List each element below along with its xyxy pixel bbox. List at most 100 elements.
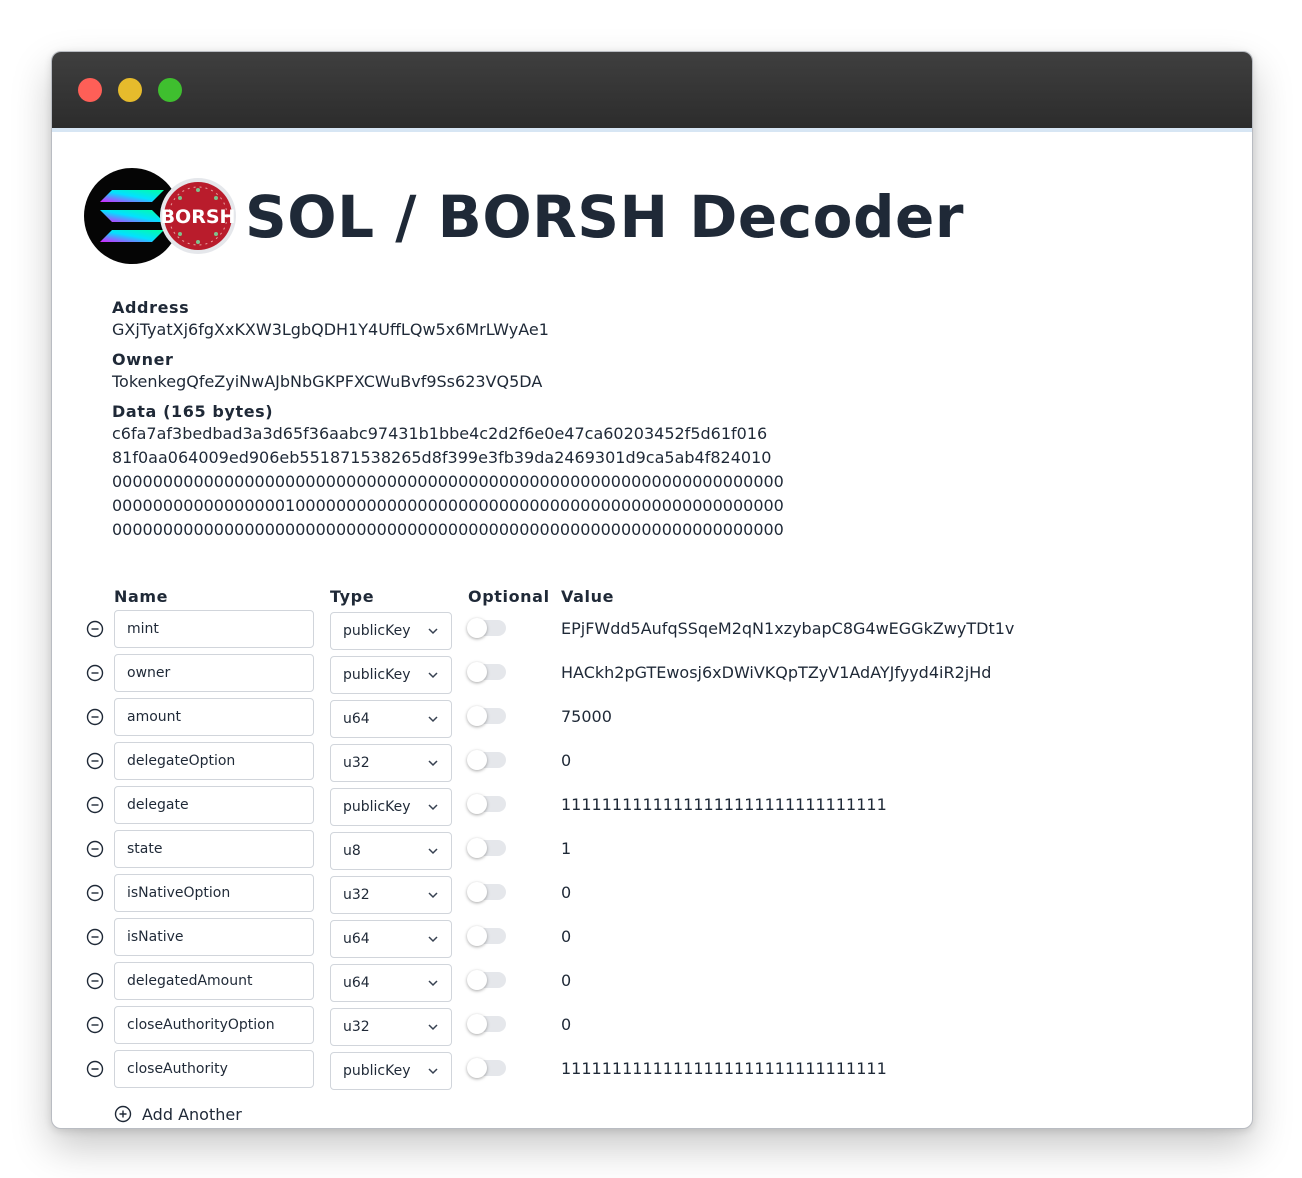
field-value: 11111111111111111111111111111111	[561, 1059, 887, 1078]
field-type-select[interactable]: u64	[330, 920, 452, 958]
toggle-knob	[467, 838, 487, 858]
field-type-select[interactable]: u32	[330, 744, 452, 782]
borsh-logo-icon: BORSH	[161, 182, 236, 250]
remove-circle-icon[interactable]	[86, 796, 104, 814]
add-another-button[interactable]: Add Another	[114, 1102, 242, 1126]
toggle-knob	[467, 794, 487, 814]
field-type-select[interactable]: u32	[330, 1008, 452, 1046]
field-name-input[interactable]	[114, 1050, 314, 1088]
remove-circle-icon[interactable]	[86, 664, 104, 682]
remove-circle-icon[interactable]	[86, 620, 104, 638]
window-titlebar	[52, 52, 1252, 132]
account-info: Address GXjTyatXj6fgXxKXW3LgbQDH1Y4UffLQ…	[112, 298, 1012, 542]
field-name-input[interactable]	[114, 742, 314, 780]
field-row: u64 0	[52, 917, 1252, 958]
chevron-down-icon	[428, 804, 438, 811]
chevron-down-icon	[428, 628, 438, 635]
field-type-value: u64	[343, 711, 370, 727]
remove-circle-icon[interactable]	[86, 840, 104, 858]
remove-circle-icon[interactable]	[86, 708, 104, 726]
field-row: u8 1	[52, 829, 1252, 870]
data-hex-line: 0000000000000000010000000000000000000000…	[112, 496, 784, 515]
maximize-window-button[interactable]	[158, 78, 182, 102]
optional-toggle[interactable]	[467, 882, 506, 902]
close-window-button[interactable]	[78, 78, 102, 102]
field-name-input[interactable]	[114, 918, 314, 956]
remove-circle-icon[interactable]	[86, 752, 104, 770]
field-name-input[interactable]	[114, 1006, 314, 1044]
chevron-down-icon	[428, 760, 438, 767]
remove-circle-icon[interactable]	[86, 928, 104, 946]
field-name-input[interactable]	[114, 830, 314, 868]
type-header: Type	[330, 587, 375, 606]
field-value: EPjFWdd5AufqSSqeM2qN1xzybapC8G4wEGGkZwyT…	[561, 619, 1015, 638]
toggle-knob	[467, 882, 487, 902]
field-value: 75000	[561, 707, 612, 726]
field-type-value: publicKey	[343, 623, 411, 639]
field-type-select[interactable]: u64	[330, 700, 452, 738]
field-row: publicKey 1111111111111111111111111111111…	[52, 1049, 1252, 1090]
chevron-down-icon	[428, 980, 438, 987]
field-type-value: u32	[343, 1019, 370, 1035]
toggle-knob	[467, 662, 487, 682]
field-type-select[interactable]: u64	[330, 964, 452, 1002]
remove-circle-icon[interactable]	[86, 884, 104, 902]
data-hex-line: 81f0aa064009ed906eb551871538265d8f399e3f…	[112, 448, 772, 467]
svg-text:BORSH: BORSH	[161, 206, 236, 228]
optional-toggle[interactable]	[467, 970, 506, 990]
field-row: u32 0	[52, 1005, 1252, 1046]
field-type-select[interactable]: publicKey	[330, 788, 452, 826]
chevron-down-icon	[428, 848, 438, 855]
page-title: SOL / BORSH Decoder	[245, 183, 964, 251]
field-row: u32 0	[52, 873, 1252, 914]
owner-value: TokenkegQfeZyiNwAJbNbGKPFXCWuBvf9Ss623VQ…	[112, 372, 543, 391]
field-type-select[interactable]: u8	[330, 832, 452, 870]
field-name-input[interactable]	[114, 654, 314, 692]
remove-circle-icon[interactable]	[86, 972, 104, 990]
value-header: Value	[561, 587, 615, 606]
field-name-input[interactable]	[114, 610, 314, 648]
chevron-down-icon	[428, 892, 438, 899]
field-type-value: u64	[343, 931, 370, 947]
optional-header: Optional	[468, 587, 550, 606]
field-type-select[interactable]: u32	[330, 876, 452, 914]
field-type-value: u8	[343, 843, 361, 859]
optional-toggle[interactable]	[467, 662, 506, 682]
chevron-down-icon	[428, 716, 438, 723]
owner-label: Owner	[112, 350, 174, 369]
optional-toggle[interactable]	[467, 1058, 506, 1078]
field-row: u64 75000	[52, 697, 1252, 738]
remove-circle-icon[interactable]	[86, 1060, 104, 1078]
field-row: publicKey EPjFWdd5AufqSSqeM2qN1xzybapC8G4…	[52, 609, 1252, 650]
field-type-value: publicKey	[343, 667, 411, 683]
optional-toggle[interactable]	[467, 750, 506, 770]
optional-toggle[interactable]	[467, 926, 506, 946]
data-label: Data (165 bytes)	[112, 402, 274, 421]
chevron-down-icon	[428, 936, 438, 943]
field-name-input[interactable]	[114, 786, 314, 824]
chevron-down-icon	[428, 1024, 438, 1031]
remove-circle-icon[interactable]	[86, 1016, 104, 1034]
field-type-select[interactable]: publicKey	[330, 1052, 452, 1090]
optional-toggle[interactable]	[467, 618, 506, 638]
optional-toggle[interactable]	[467, 706, 506, 726]
field-value: 11111111111111111111111111111111	[561, 795, 887, 814]
field-value: 0	[561, 751, 572, 770]
field-row: u32 0	[52, 741, 1252, 782]
field-value: 0	[561, 927, 572, 946]
field-type-select[interactable]: publicKey	[330, 612, 452, 650]
field-type-value: publicKey	[343, 799, 411, 815]
optional-toggle[interactable]	[467, 794, 506, 814]
main-content: BORSH SOL / BORSH Decoder Address GXjTya…	[52, 132, 1252, 1128]
optional-toggle[interactable]	[467, 1014, 506, 1034]
field-name-input[interactable]	[114, 962, 314, 1000]
address-label: Address	[112, 298, 190, 317]
data-hex-line: 0000000000000000000000000000000000000000…	[112, 472, 784, 491]
toggle-knob	[467, 618, 487, 638]
field-name-input[interactable]	[114, 698, 314, 736]
minimize-window-button[interactable]	[118, 78, 142, 102]
field-type-select[interactable]: publicKey	[330, 656, 452, 694]
optional-toggle[interactable]	[467, 838, 506, 858]
toggle-knob	[467, 1058, 487, 1078]
field-name-input[interactable]	[114, 874, 314, 912]
